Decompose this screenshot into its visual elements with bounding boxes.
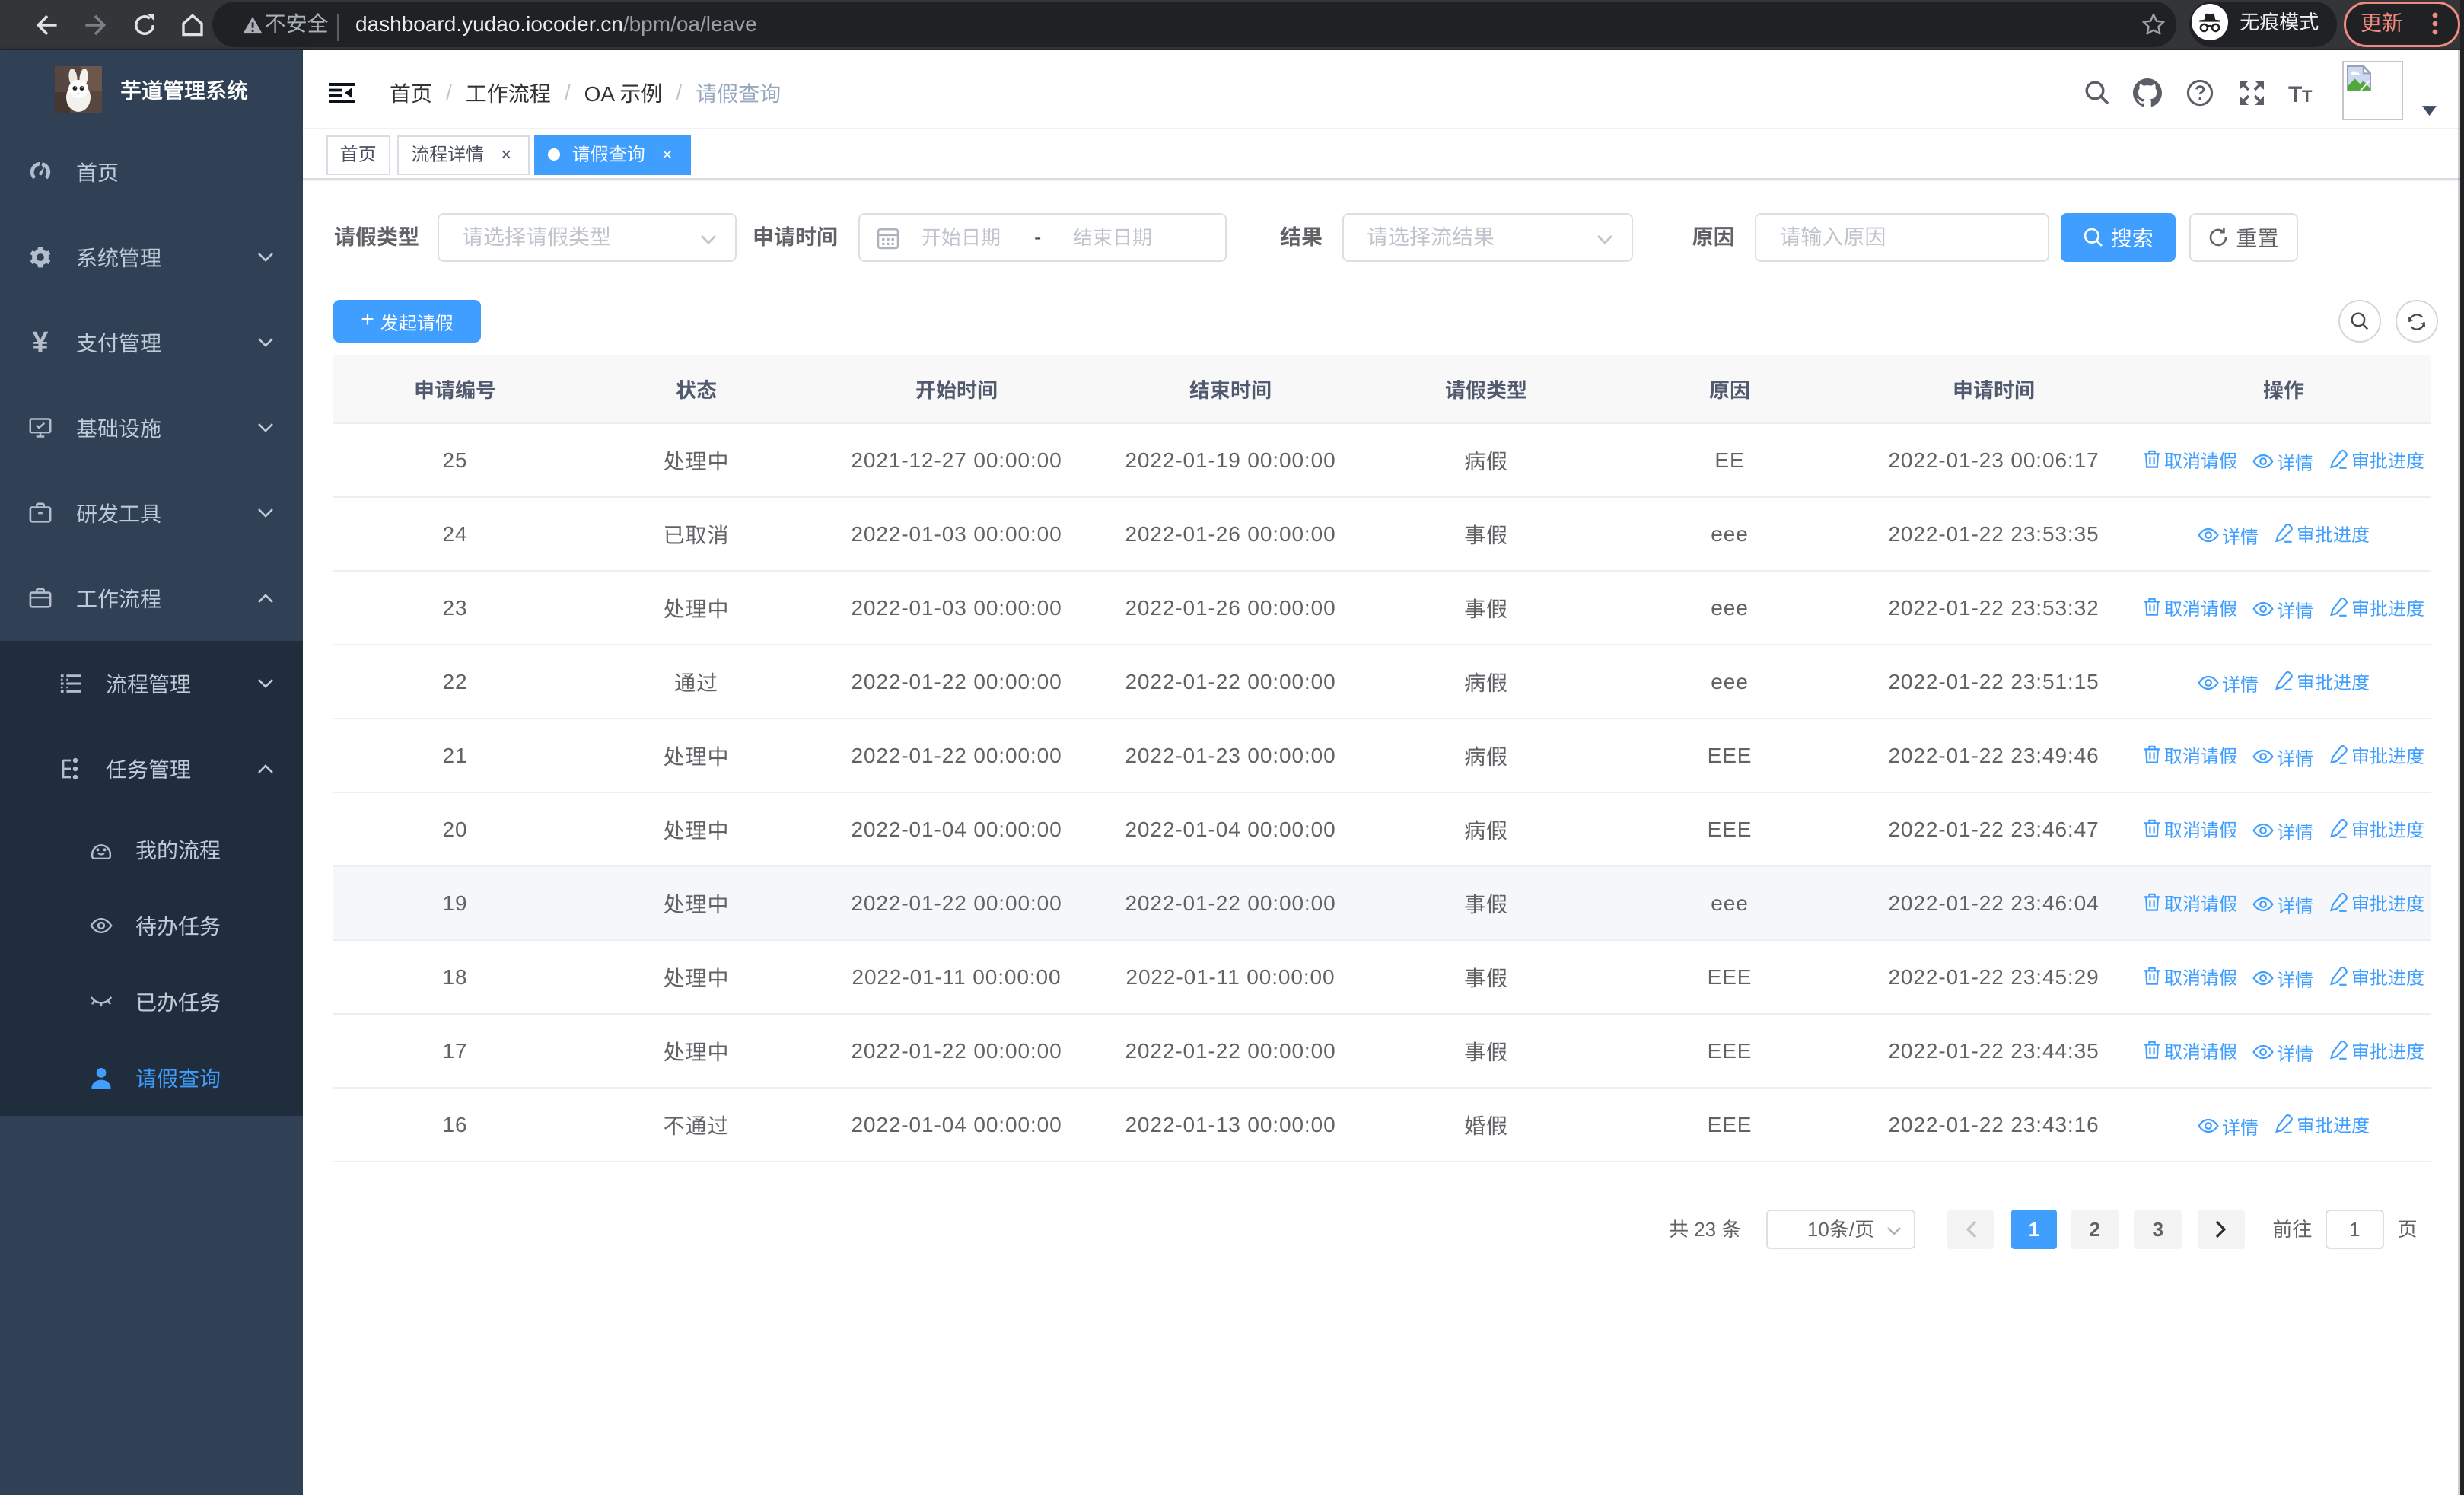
svg-text:T: T [2288, 82, 2302, 105]
svg-text:T: T [2302, 87, 2313, 105]
